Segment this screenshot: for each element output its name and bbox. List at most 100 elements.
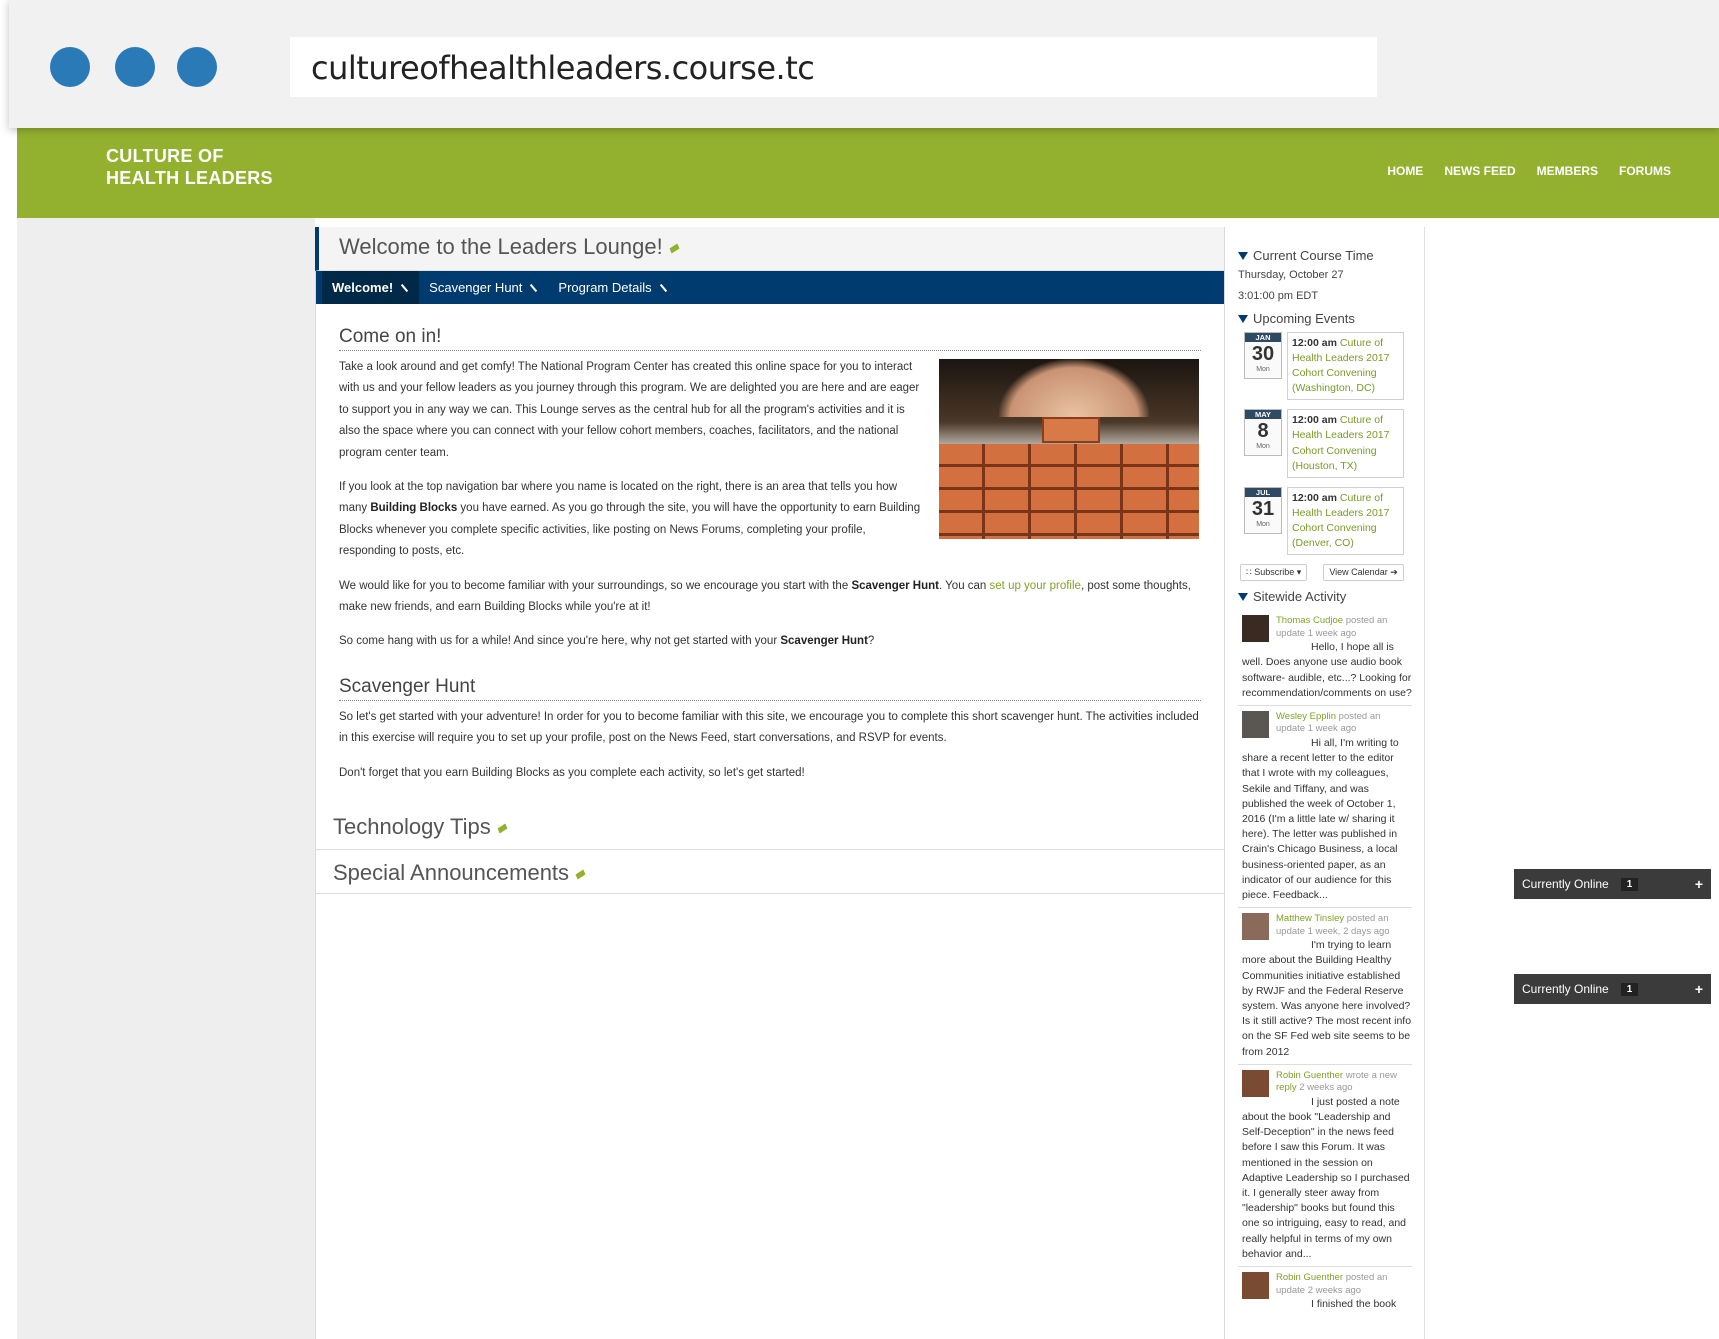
upcoming-events-heading[interactable]: Upcoming Events bbox=[1238, 311, 1412, 326]
avatar[interactable] bbox=[1242, 1272, 1269, 1300]
event-item[interactable]: JAN 30 Mon 12:00 am Cuture of Health Leade… bbox=[1244, 332, 1408, 401]
currently-online-widget[interactable]: Currently Online 1 + bbox=[1514, 869, 1711, 899]
fold-technology-tips[interactable]: Technology Tips bbox=[316, 804, 1224, 849]
come-in-paragraph-4: So come hang with us for a while! And si… bbox=[339, 631, 1201, 652]
hand-shape bbox=[999, 359, 1149, 417]
text-run: . You can bbox=[939, 579, 990, 592]
nav-members[interactable]: MEMBERS bbox=[1537, 164, 1598, 178]
activity-author-link[interactable]: Thomas Cudjoe bbox=[1276, 615, 1343, 626]
caret-down-icon: ▾ bbox=[1296, 567, 1302, 578]
view-calendar-button[interactable]: View Calendar ➔ bbox=[1323, 564, 1404, 582]
url-text: cultureofhealthleaders.course.tc bbox=[311, 49, 815, 87]
tab-content: Come on in! Take a look around and get c… bbox=[316, 304, 1224, 784]
edit-pencil-icon[interactable] bbox=[497, 823, 508, 834]
window-maximize-dot[interactable] bbox=[177, 47, 217, 87]
activity-reply-link[interactable]: reply bbox=[1276, 1082, 1297, 1093]
event-details[interactable]: 12:00 am Cuture of Health Leaders 2017 C… bbox=[1287, 332, 1404, 401]
expand-plus-icon[interactable]: + bbox=[1695, 981, 1703, 997]
tab-welcome-label: Welcome! bbox=[332, 280, 394, 295]
address-bar[interactable]: cultureofhealthleaders.course.tc bbox=[290, 37, 1377, 97]
activity-author-link[interactable]: Matthew Tinsley bbox=[1276, 913, 1344, 924]
tab-scavenger-hunt[interactable]: Scavenger Hunt bbox=[419, 271, 548, 304]
edit-pencil-icon bbox=[659, 283, 667, 292]
logo-line-1: CULTURE OF bbox=[106, 146, 224, 166]
activity-item: Wesley Epplin posted an update 1 week ag… bbox=[1238, 706, 1412, 909]
nav-forums[interactable]: FORUMS bbox=[1619, 164, 1671, 178]
scavenger-paragraph-2: Don't forget that you earn Building Bloc… bbox=[339, 766, 805, 779]
window-minimize-dot[interactable] bbox=[115, 47, 155, 87]
avatar[interactable] bbox=[1242, 913, 1269, 941]
site-logo[interactable]: CULTURE OF HEALTH LEADERS bbox=[106, 145, 273, 189]
text-run: So come hang with us for a while! And si… bbox=[339, 635, 781, 648]
fold-special-announcements[interactable]: Special Announcements bbox=[316, 849, 1224, 895]
online-count-badge: 1 bbox=[1620, 982, 1639, 996]
activity-author-link[interactable]: Robin Guenther bbox=[1276, 1272, 1343, 1283]
calendar-date-icon: JUL 31 Mon bbox=[1244, 486, 1282, 534]
event-month: JAN bbox=[1245, 333, 1281, 342]
activity-item: Matthew Tinsley posted an update 1 week,… bbox=[1238, 908, 1412, 1065]
activity-time: 1 week, 2 days ago bbox=[1307, 925, 1390, 937]
nav-home[interactable]: HOME bbox=[1387, 164, 1423, 178]
tab-welcome[interactable]: Welcome! bbox=[322, 271, 420, 304]
course-time-heading[interactable]: Current Course Time bbox=[1238, 248, 1412, 263]
online-count-badge: 1 bbox=[1620, 877, 1639, 891]
expand-plus-icon[interactable]: + bbox=[1695, 876, 1703, 892]
tab-program-details[interactable]: Program Details bbox=[548, 271, 677, 304]
avatar[interactable] bbox=[1242, 1069, 1269, 1097]
page-title: Welcome to the Leaders Lounge! bbox=[315, 227, 1224, 271]
window-close-dot[interactable] bbox=[50, 47, 90, 87]
scavenger-hunt-link[interactable]: Scavenger Hunt bbox=[780, 635, 868, 647]
event-time: 12:00 am bbox=[1292, 337, 1337, 349]
event-weekday: Mon bbox=[1256, 520, 1270, 528]
tab-scavenger-hunt-label: Scavenger Hunt bbox=[429, 280, 523, 295]
rss-icon: ∷ bbox=[1246, 567, 1252, 578]
scavenger-paragraph-1: So let's get started with your adventure… bbox=[339, 710, 1199, 745]
set-up-profile-link[interactable]: set up your profile bbox=[990, 580, 1081, 592]
currently-online-label: Currently Online bbox=[1522, 982, 1609, 996]
event-item[interactable]: MAY 8 Mon 12:00 am Cuture of Health Leader… bbox=[1244, 409, 1408, 478]
nav-news-feed[interactable]: NEWS FEED bbox=[1444, 164, 1515, 178]
event-buttons: ∷ Subscribe ▾ View Calendar ➔ bbox=[1240, 564, 1412, 582]
avatar[interactable] bbox=[1242, 710, 1269, 738]
event-details[interactable]: 12:00 am Cuture of Health Leaders 2017 C… bbox=[1287, 409, 1404, 478]
activity-action: wrote a new bbox=[1345, 1069, 1397, 1081]
tab-program-details-label: Program Details bbox=[558, 280, 652, 295]
collapse-triangle-icon bbox=[1238, 592, 1248, 601]
activity-item: Robin Guenther posted an update 2 weeks … bbox=[1238, 1267, 1412, 1316]
subscribe-button[interactable]: ∷ Subscribe ▾ bbox=[1240, 564, 1308, 582]
event-item[interactable]: JUL 31 Mon 12:00 am Cuture of Health Leade… bbox=[1244, 486, 1408, 556]
activity-time: 2 weeks ago bbox=[1299, 1082, 1353, 1094]
event-month: MAY bbox=[1245, 410, 1281, 420]
course-time: 3:01:00 pm EDT bbox=[1238, 290, 1319, 302]
come-in-paragraph-3: We would like for you to become familiar… bbox=[339, 576, 1201, 619]
browser-chrome: cultureofhealthleaders.course.tc bbox=[9, 0, 1719, 128]
edit-pencil-icon[interactable] bbox=[575, 869, 586, 880]
main-panel: Welcome to the Leaders Lounge! Welcome! … bbox=[315, 227, 1225, 1339]
activity-time: 2 weeks ago bbox=[1307, 1284, 1362, 1296]
page-title-text: Welcome to the Leaders Lounge! bbox=[339, 234, 663, 259]
activity-author-link[interactable]: Robin Guenther bbox=[1276, 1070, 1343, 1081]
text-run: ? bbox=[867, 635, 875, 648]
event-month: JUL bbox=[1245, 487, 1281, 497]
activity-time: 1 week ago bbox=[1307, 627, 1357, 639]
building-bricks-image bbox=[939, 359, 1199, 539]
activity-item: Thomas Cudjoe posted an update 1 week ag… bbox=[1238, 610, 1412, 706]
event-details[interactable]: 12:00 am Cuture of Health Leaders 2017 C… bbox=[1287, 486, 1404, 556]
arrow-right-icon: ➔ bbox=[1390, 567, 1398, 578]
site-header: CULTURE OF HEALTH LEADERS HOME NEWS FEED… bbox=[17, 128, 1719, 218]
event-weekday: Mon bbox=[1256, 366, 1270, 373]
view-calendar-label: View Calendar bbox=[1329, 567, 1388, 578]
avatar[interactable] bbox=[1242, 615, 1269, 643]
currently-online-widget[interactable]: Currently Online 1 + bbox=[1514, 974, 1711, 1004]
calendar-date-icon: MAY 8 Mon bbox=[1244, 409, 1282, 457]
currently-online-label: Currently Online bbox=[1522, 877, 1609, 891]
bold-scavenger-hunt: Scavenger Hunt bbox=[851, 579, 939, 592]
calendar-date-icon: JAN 30 Mon bbox=[1244, 332, 1282, 379]
sitewide-activity-heading[interactable]: Sitewide Activity bbox=[1238, 589, 1412, 604]
activity-author-link[interactable]: Wesley Epplin bbox=[1276, 711, 1336, 722]
edit-pencil-icon[interactable] bbox=[669, 243, 680, 254]
right-sidebar: Current Course Time Thursday, October 27… bbox=[1225, 227, 1425, 1339]
brick-shape bbox=[1042, 417, 1100, 443]
bold-building-blocks: Building Blocks bbox=[370, 502, 458, 515]
text-run: We would like for you to become familiar… bbox=[339, 579, 852, 592]
